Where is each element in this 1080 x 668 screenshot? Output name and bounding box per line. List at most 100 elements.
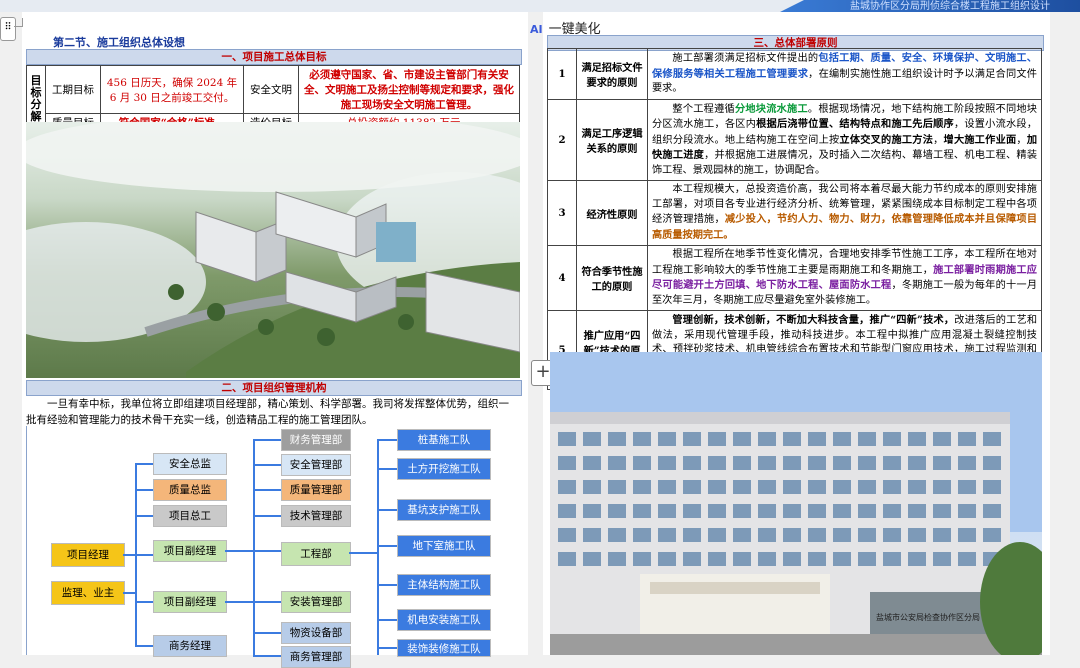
window	[958, 480, 976, 494]
org-node: 财务管理部	[281, 429, 351, 451]
org-node: 桩基施工队	[397, 429, 491, 451]
connector	[135, 645, 153, 647]
goal-bar: 一、项目施工总体目标	[26, 49, 522, 65]
window	[658, 456, 676, 470]
window	[958, 504, 976, 518]
connector	[377, 584, 397, 586]
connector	[135, 489, 153, 491]
window	[933, 528, 951, 542]
org-node: 项目副经理	[153, 540, 227, 562]
principle-number: 2	[547, 98, 577, 181]
connector	[253, 632, 281, 634]
org-node: 商务管理部	[281, 646, 351, 668]
principle-row: 3 经济性原则 本工程规模大，总投资造价高，我公司将本着尽最大能力节约成本的原则安排…	[547, 180, 1042, 246]
window	[658, 528, 676, 542]
window	[983, 456, 1001, 470]
window	[758, 528, 776, 542]
window	[708, 504, 726, 518]
window	[583, 456, 601, 470]
window	[683, 456, 701, 470]
org-node: 主体结构施工队	[397, 574, 491, 596]
org-node: 工程部	[281, 542, 351, 566]
principle-number: 1	[547, 48, 577, 100]
window	[983, 480, 1001, 494]
org-node: 安全管理部	[281, 454, 351, 476]
mgmt-bar: 二、项目组织管理机构	[26, 380, 522, 396]
window	[958, 528, 976, 542]
window	[608, 552, 626, 566]
window	[858, 456, 876, 470]
principle-name: 满足招标文件要求的原则	[576, 48, 648, 100]
window	[708, 432, 726, 446]
connector	[377, 619, 397, 621]
window	[733, 432, 751, 446]
window	[783, 432, 801, 446]
window	[633, 528, 651, 542]
org-node: 土方开挖施工队	[397, 458, 491, 480]
window	[608, 480, 626, 494]
connector	[349, 552, 377, 554]
window	[933, 480, 951, 494]
window	[733, 480, 751, 494]
org-node: 商务经理	[153, 635, 227, 657]
window	[708, 480, 726, 494]
window	[883, 528, 901, 542]
window	[558, 432, 576, 446]
window	[833, 504, 851, 518]
window	[833, 480, 851, 494]
window	[583, 480, 601, 494]
window	[908, 552, 926, 566]
org-node: 项目总工	[153, 505, 227, 527]
window	[758, 456, 776, 470]
goal-value: 456 日历天，确保 2024 年6 月 30 日之前竣工交付。	[100, 65, 244, 114]
window	[958, 432, 976, 446]
window	[883, 432, 901, 446]
window	[633, 480, 651, 494]
principle-text-run: 管理创新，技术创新，不断加大科技含量，推广“四新”技术，	[672, 314, 955, 326]
principle-text-run: 根据后浇带位置、结构特点和施工先后顺序	[756, 118, 954, 130]
goal-key: 工期目标	[45, 65, 101, 114]
window	[633, 552, 651, 566]
window	[808, 432, 826, 446]
window	[883, 456, 901, 470]
window	[783, 504, 801, 518]
window	[783, 552, 801, 566]
window	[733, 456, 751, 470]
window	[608, 528, 626, 542]
window	[833, 456, 851, 470]
window	[658, 432, 676, 446]
org-node: 安装管理部	[281, 591, 351, 613]
window	[883, 480, 901, 494]
window	[583, 528, 601, 542]
connector	[123, 554, 153, 556]
window	[608, 432, 626, 446]
window	[683, 552, 701, 566]
building-svg	[550, 352, 1042, 655]
window	[558, 552, 576, 566]
connector	[253, 439, 255, 655]
window	[658, 552, 676, 566]
window	[958, 552, 976, 566]
window	[758, 432, 776, 446]
principle-name: 经济性原则	[576, 180, 648, 246]
principle-text-run: 分地块流水施工	[734, 102, 808, 115]
principle-row: 4 符合季节性施工的原则 根据工程所在地季节性变化情况，合理地安排季节性施工工序，本…	[547, 245, 1042, 311]
window	[683, 504, 701, 518]
window	[933, 432, 951, 446]
window	[583, 432, 601, 446]
building-photo: 盐城市公安局检查协作区分局	[550, 352, 1042, 655]
window	[733, 552, 751, 566]
principle-desc: 施工部署须满足招标文件提出的包括工期、质量、安全、环境保护、文明施工、保修服务等…	[647, 48, 1042, 100]
window	[908, 528, 926, 542]
window	[908, 480, 926, 494]
window	[558, 504, 576, 518]
header-title: 盐城协作区分局刑侦综合楼工程施工组织设计	[850, 1, 1050, 12]
connector	[225, 550, 281, 552]
window	[808, 504, 826, 518]
ai-icon: AI	[530, 23, 543, 36]
window	[983, 528, 1001, 542]
window	[758, 480, 776, 494]
principle-text-run: 整个工程遵循	[672, 103, 735, 115]
connector	[377, 545, 397, 547]
window	[858, 480, 876, 494]
